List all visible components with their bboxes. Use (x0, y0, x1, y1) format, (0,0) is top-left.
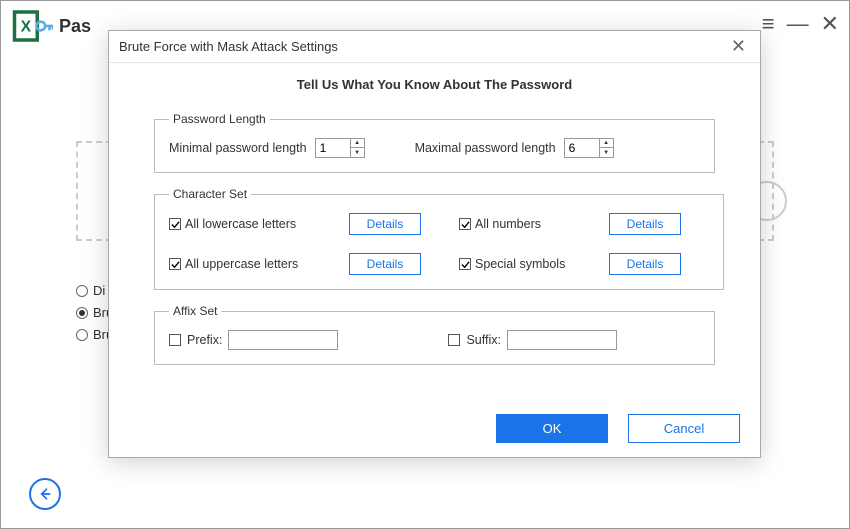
spinner-buttons: ▲ ▼ (350, 139, 364, 157)
modal-close-icon[interactable]: ✕ (727, 36, 750, 57)
symbols-checkbox[interactable]: Special symbols (459, 257, 599, 271)
symbols-details-button[interactable]: Details (609, 253, 681, 275)
suffix-label: Suffix: (466, 333, 501, 347)
symbols-label: Special symbols (475, 257, 565, 271)
mask-attack-settings-dialog: Brute Force with Mask Attack Settings ✕ … (108, 30, 761, 458)
close-icon[interactable]: ✕ (821, 11, 839, 37)
character-set-section: Character Set All lowercase letters Deta… (154, 187, 724, 290)
modal-title: Brute Force with Mask Attack Settings (119, 39, 727, 54)
cancel-button[interactable]: Cancel (628, 414, 740, 443)
radio-icon (76, 307, 88, 319)
min-length-input[interactable] (316, 139, 350, 157)
suffix-checkbox[interactable] (448, 334, 460, 346)
modal-headline: Tell Us What You Know About The Password (154, 77, 715, 92)
numbers-checkbox[interactable]: All numbers (459, 217, 599, 231)
suffix-input[interactable] (507, 330, 617, 350)
checkbox-icon (459, 218, 471, 230)
modal-footer: OK Cancel (109, 404, 760, 457)
minimize-icon[interactable]: — (787, 11, 809, 37)
checkbox-icon (169, 258, 181, 270)
affix-set-legend: Affix Set (169, 304, 221, 318)
lowercase-label: All lowercase letters (185, 217, 296, 231)
hamburger-icon[interactable]: ≡ (762, 11, 775, 37)
max-length-item: Maximal password length ▲ ▼ (415, 138, 614, 158)
svg-text:X: X (21, 18, 32, 35)
radio-label: Di (93, 283, 105, 298)
min-length-spinner[interactable]: ▲ ▼ (315, 138, 365, 158)
prefix-item: Prefix: (169, 330, 338, 350)
spinner-down-icon[interactable]: ▼ (600, 148, 613, 157)
lowercase-details-button[interactable]: Details (349, 213, 421, 235)
prefix-checkbox[interactable] (169, 334, 181, 346)
app-title: Pas (59, 16, 91, 37)
lowercase-checkbox[interactable]: All lowercase letters (169, 217, 339, 231)
excel-key-icon: X (11, 5, 53, 47)
min-length-label: Minimal password length (169, 141, 307, 155)
character-set-legend: Character Set (169, 187, 251, 201)
password-length-section: Password Length Minimal password length … (154, 112, 715, 173)
suffix-item: Suffix: (448, 330, 617, 350)
numbers-label: All numbers (475, 217, 541, 231)
back-button[interactable] (29, 478, 61, 510)
checkbox-icon (169, 218, 181, 230)
checkbox-icon (459, 258, 471, 270)
uppercase-details-button[interactable]: Details (349, 253, 421, 275)
min-length-item: Minimal password length ▲ ▼ (169, 138, 365, 158)
radio-icon (76, 285, 88, 297)
uppercase-label: All uppercase letters (185, 257, 298, 271)
spinner-up-icon[interactable]: ▲ (600, 139, 613, 148)
numbers-details-button[interactable]: Details (609, 213, 681, 235)
spinner-buttons: ▲ ▼ (599, 139, 613, 157)
affix-set-section: Affix Set Prefix: Suffix: (154, 304, 715, 365)
uppercase-checkbox[interactable]: All uppercase letters (169, 257, 339, 271)
max-length-label: Maximal password length (415, 141, 556, 155)
spinner-down-icon[interactable]: ▼ (351, 148, 364, 157)
spinner-up-icon[interactable]: ▲ (351, 139, 364, 148)
modal-header: Brute Force with Mask Attack Settings ✕ (109, 31, 760, 63)
password-length-legend: Password Length (169, 112, 270, 126)
max-length-input[interactable] (565, 139, 599, 157)
window-controls: ≡ — ✕ (762, 11, 839, 37)
prefix-label: Prefix: (187, 333, 222, 347)
radio-icon (76, 329, 88, 341)
ok-button[interactable]: OK (496, 414, 608, 443)
modal-body: Tell Us What You Know About The Password… (109, 63, 760, 404)
max-length-spinner[interactable]: ▲ ▼ (564, 138, 614, 158)
prefix-input[interactable] (228, 330, 338, 350)
